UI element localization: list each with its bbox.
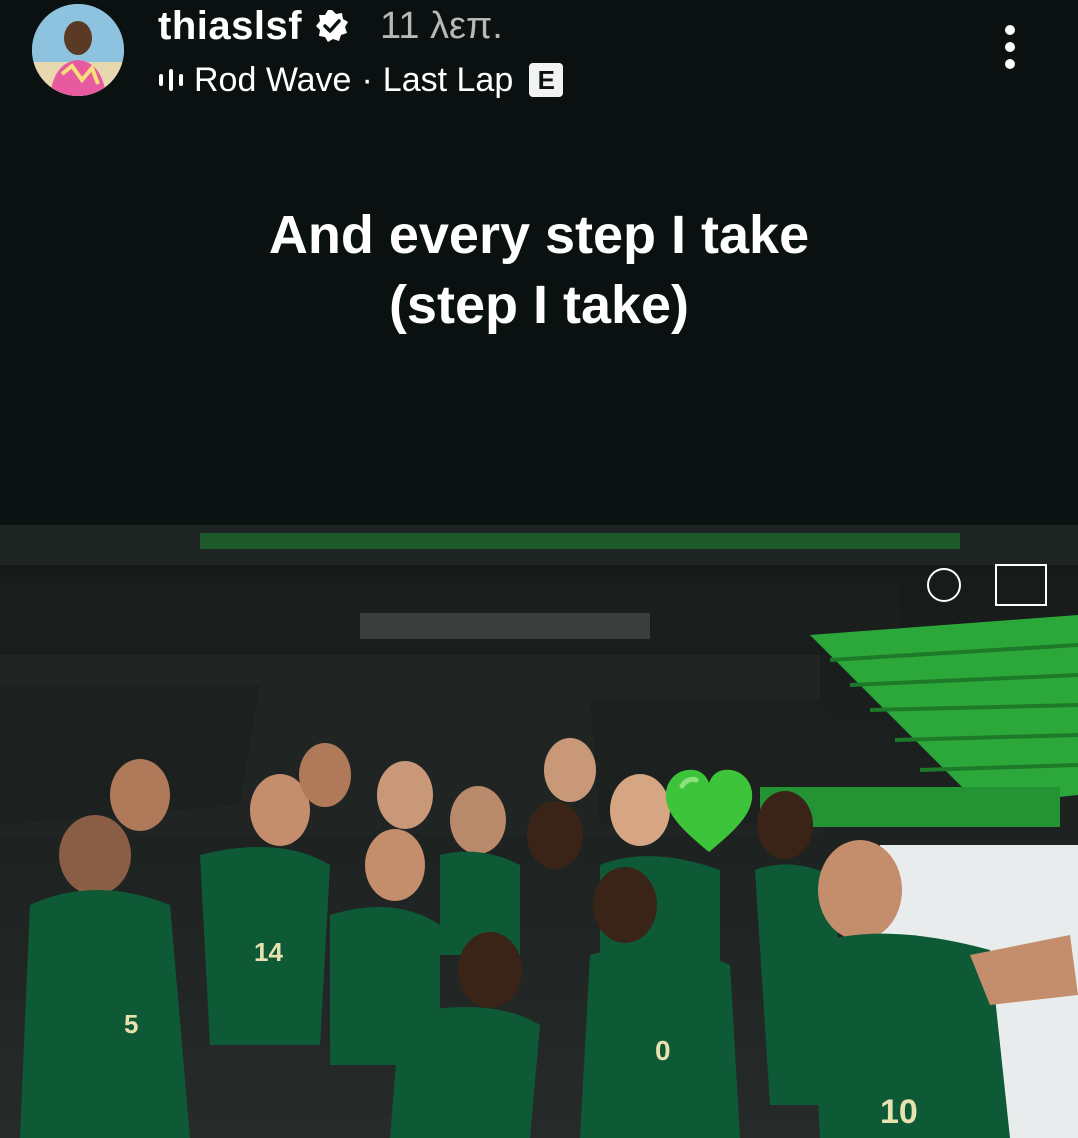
jersey-number: 10 [880, 1093, 918, 1131]
team-photo: 5 14 0 10 [0, 525, 1078, 1138]
explicit-badge: E [529, 63, 564, 97]
jersey-number: 5 [124, 1009, 138, 1039]
lyric-line-2: (step I take) [388, 275, 690, 335]
music-track: Last Lap [382, 60, 514, 99]
timestamp: 11 λεπ. [380, 4, 503, 47]
team-photo-image: 5 14 0 10 [0, 525, 1078, 1138]
music-attribution[interactable]: Rod Wave · Last Lap E [158, 58, 564, 102]
username[interactable]: thiaslsf [158, 4, 302, 49]
jersey-number: 14 [254, 937, 283, 967]
story-header: thiaslsf 11 λεπ. Rod Wave · Last Lap E [0, 0, 1078, 120]
verified-badge-icon [316, 10, 349, 42]
username-row: thiaslsf 11 λεπ. [158, 4, 503, 48]
green-heart-icon [665, 769, 753, 852]
equalizer-icon [159, 69, 183, 91]
avatar[interactable] [32, 4, 124, 96]
lyric-line-1: And every step I take [268, 205, 810, 265]
music-separator: · [361, 60, 373, 99]
music-artist: Rod Wave [194, 60, 352, 99]
jersey-number: 0 [655, 1035, 671, 1066]
more-vertical-icon[interactable] [992, 22, 1028, 72]
lyric-text: And every step I take (step I take) [0, 200, 1078, 340]
avatar-image [32, 4, 124, 96]
